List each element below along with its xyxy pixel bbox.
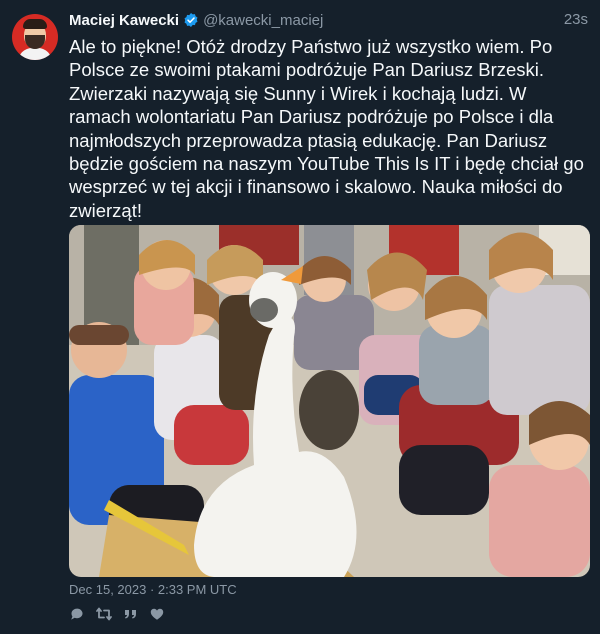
relative-time[interactable]: 23s	[564, 11, 588, 28]
tweet-timestamp[interactable]: Dec 15, 2023 · 2:33 PM UTC	[69, 582, 237, 597]
like-icon[interactable]	[149, 606, 165, 622]
verified-badge-icon	[184, 13, 198, 27]
author-display-name[interactable]: Maciej Kawecki	[69, 12, 179, 29]
goose-with-children-photo	[69, 225, 590, 577]
retweet-icon[interactable]	[95, 606, 113, 622]
tweet-photo[interactable]	[69, 225, 590, 577]
tweet-text: Ale to piękne! Otóż drodzy Państwo już w…	[69, 36, 584, 221]
author-header: Maciej Kawecki @kawecki_maciej	[69, 10, 323, 30]
quote-icon[interactable]	[123, 606, 139, 622]
reply-icon[interactable]	[69, 606, 85, 622]
tweet-card: Maciej Kawecki @kawecki_maciej 23s Ale t…	[0, 0, 600, 634]
tweet-actions	[69, 606, 165, 622]
author-handle[interactable]: @kawecki_maciej	[203, 12, 323, 29]
author-avatar[interactable]	[12, 14, 58, 60]
